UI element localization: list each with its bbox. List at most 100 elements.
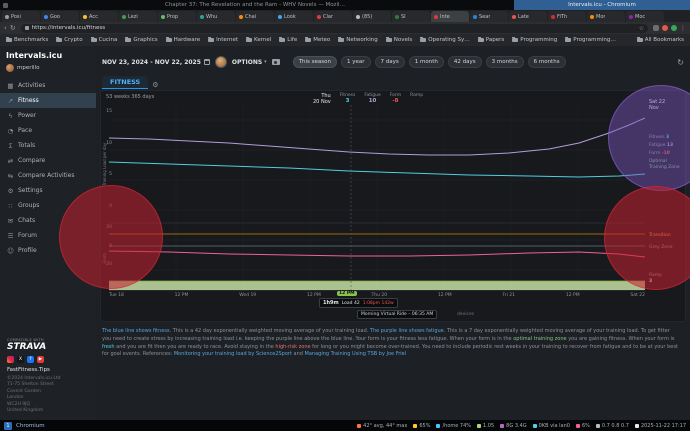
bookmark-folder[interactable]: Meteo <box>305 37 330 43</box>
x-axis-tick: 12 PM <box>438 293 452 298</box>
browser-tab[interactable]: Late <box>509 11 547 22</box>
browser-tab[interactable]: Look <box>275 11 313 22</box>
description-segment[interactable]: The blue line shows fitness <box>102 328 170 334</box>
range-button[interactable]: This season <box>293 56 337 68</box>
refresh-icon[interactable]: ↻ <box>677 58 684 67</box>
instagram-icon[interactable] <box>7 356 14 363</box>
description-segment[interactable]: Managing Training Using TSB by Joe Friel <box>305 351 407 357</box>
options-dropdown[interactable]: OPTIONS ▾ <box>232 59 267 66</box>
app-logo[interactable]: Intervals.icu <box>0 46 96 62</box>
sidebar-item[interactable]: ☰ Forum <box>0 228 96 243</box>
bookmark-folder[interactable]: Internet <box>208 37 238 43</box>
bookmark-folder[interactable]: Crypto <box>56 37 82 43</box>
bookmark-folder[interactable]: Papers <box>478 37 504 43</box>
today-form: Form -10 <box>649 151 670 156</box>
user-row[interactable]: mperillo <box>0 62 96 74</box>
strava-logo[interactable]: STRAVA <box>7 342 93 352</box>
sidebar-item[interactable]: ⚙ Settings <box>0 183 96 198</box>
x-icon[interactable]: X <box>17 356 24 363</box>
browser-tab[interactable]: Whu <box>197 11 235 22</box>
description-segment[interactable]: The purple line shows fatigue <box>370 328 444 334</box>
status-icon <box>635 424 639 428</box>
profile-avatar-icon[interactable] <box>662 25 668 31</box>
browser-menu-icon[interactable]: ⋮ <box>680 25 686 32</box>
sidebar-item[interactable]: ϟ Power <box>0 108 96 123</box>
description-segment[interactable]: optimal training zone <box>513 336 566 342</box>
bookmark-folder[interactable]: Operating Sy… <box>420 37 470 43</box>
browser-tab[interactable]: Clar <box>314 11 352 22</box>
fastfitness-link[interactable]: FastFitness.Tips <box>7 367 93 373</box>
status-text: 42° avg, 44° max <box>363 423 407 429</box>
browser-tab[interactable]: SI <box>392 11 430 22</box>
extensions-icon[interactable] <box>653 25 659 31</box>
browser-tab[interactable]: Mor <box>587 11 625 22</box>
bookmark-folder[interactable]: Programming <box>512 37 557 43</box>
sidebar-nav: ▦ Activities ↗ Fitness ϟ Power ◔ <box>0 78 96 258</box>
range-button[interactable]: 1 month <box>409 56 444 68</box>
athlete-avatar[interactable] <box>215 56 227 68</box>
bookmark-folder[interactable]: Kernel <box>246 37 271 43</box>
browser-tab[interactable]: Goo <box>41 11 79 22</box>
browser-tab[interactable]: FiTh <box>548 11 586 22</box>
active-window-title[interactable]: Intervals.icu - Chromium <box>514 0 690 10</box>
site-info-icon[interactable] <box>25 26 29 30</box>
workspace-badge[interactable]: 1 <box>4 422 12 430</box>
sidebar-item[interactable]: ⇄ Compare <box>0 153 96 168</box>
browser-tab[interactable]: Lezi <box>119 11 157 22</box>
description-segment[interactable]: Monitoring your training load by Science… <box>174 351 292 357</box>
tab-fitness[interactable]: FITNESS <box>102 76 148 89</box>
user-avatar[interactable] <box>6 64 14 72</box>
range-button[interactable]: 1 year <box>341 56 371 68</box>
browser-tab[interactable]: (85) <box>353 11 391 22</box>
status-text: /home 74% <box>442 423 471 429</box>
bookmark-folder[interactable]: Programming… <box>565 37 616 43</box>
date-range-button[interactable]: NOV 23, 2024 - NOV 22, 2025 <box>102 59 210 66</box>
description-segment[interactable]: high-risk zone <box>275 344 310 350</box>
range-button[interactable]: 3 months <box>486 56 524 68</box>
sidebar-item[interactable]: ▦ Activities <box>0 78 96 93</box>
range-button[interactable]: 6 months <box>528 56 566 68</box>
account-avatar-icon[interactable] <box>671 25 677 31</box>
browser-tab[interactable]: Chai <box>236 11 274 22</box>
browser-tab[interactable]: Prop <box>158 11 196 22</box>
bookmark-folder[interactable]: Benchmarks <box>6 37 48 43</box>
youtube-icon[interactable]: ▶ <box>37 356 44 363</box>
screen: Chapter 37: The Revelation and the Ram -… <box>0 0 690 431</box>
bookmark-folder[interactable]: Networking <box>338 37 377 43</box>
sidebar-item[interactable]: ⇆ Compare Activities <box>0 168 96 183</box>
sidebar-item[interactable]: ◔ Pace <box>0 123 96 138</box>
bookmark-folder[interactable]: Novels <box>386 37 413 43</box>
sidebar-item[interactable]: ∷ Groups <box>0 198 96 213</box>
bookmark-label: Novels <box>394 37 413 43</box>
reload-icon[interactable]: ↻ <box>10 25 16 32</box>
fitness-plot[interactable] <box>109 105 645 291</box>
description-segment: and <box>292 351 305 357</box>
browser-tab[interactable]: Acc <box>80 11 118 22</box>
bookmark-star-icon[interactable]: ☆ <box>639 25 644 32</box>
gear-icon[interactable]: ⚙ <box>152 81 158 89</box>
url-text[interactable]: https://intervals.icu/fitness <box>32 25 636 31</box>
browser-tab[interactable]: Moc <box>626 11 664 22</box>
bookmark-folder[interactable]: Cucina <box>91 37 118 43</box>
browser-tab[interactable]: Sear <box>470 11 508 22</box>
sidebar-item[interactable]: ✉ Chats <box>0 213 96 228</box>
browser-tab[interactable]: Posi <box>2 11 40 22</box>
sidebar-item[interactable]: ↗ Fitness <box>0 93 96 108</box>
range-button[interactable]: 7 days <box>375 56 405 68</box>
bookmark-folder[interactable]: Life <box>279 37 297 43</box>
browser-tab[interactable]: Inte <box>431 11 469 22</box>
address-bar[interactable]: https://intervals.icu/fitness ☆ <box>21 24 648 33</box>
status-item: 65% <box>413 423 430 429</box>
description-segment[interactable]: fresh <box>102 344 115 350</box>
range-button[interactable]: 42 days <box>448 56 482 68</box>
camera-icon[interactable] <box>272 59 280 65</box>
sidebar-item[interactable]: Σ Totals <box>0 138 96 153</box>
bookmark-label: Graphics <box>133 37 157 43</box>
facebook-icon[interactable]: f <box>27 356 34 363</box>
back-icon[interactable]: ‹ <box>4 25 7 32</box>
description-segment: you are gaining fitness. When your form … <box>567 336 675 342</box>
bookmark-folder[interactable]: Hardware <box>166 37 201 43</box>
sidebar-item[interactable]: ☺ Profile <box>0 243 96 258</box>
all-bookmarks-button[interactable]: All Bookmarks <box>637 37 684 43</box>
bookmark-folder[interactable]: Graphics <box>125 37 157 43</box>
